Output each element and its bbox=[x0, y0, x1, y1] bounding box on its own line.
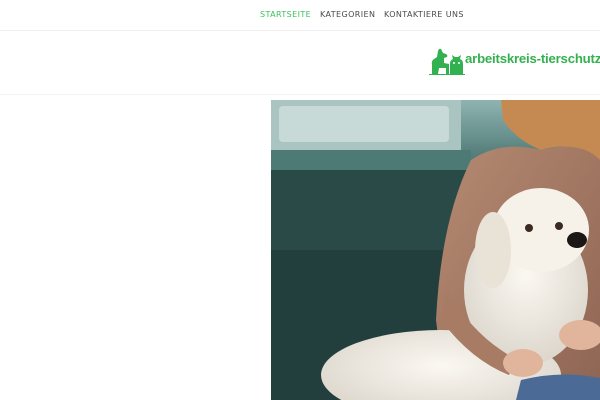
hero-image bbox=[271, 100, 600, 400]
dog-photo bbox=[271, 100, 600, 400]
header-divider bbox=[0, 94, 600, 95]
site-header: arbeitskreis-tierschutz.de bbox=[0, 31, 600, 93]
page: STARTSEITE KATEGORIEN KONTAKTIERE UNS ar… bbox=[0, 0, 600, 400]
nav-item-startseite[interactable]: STARTSEITE bbox=[260, 10, 311, 19]
logo-text: arbeitskreis-tierschutz.de bbox=[465, 51, 600, 66]
nav-item-kategorien[interactable]: KATEGORIEN bbox=[320, 10, 375, 19]
dog-cat-icon bbox=[429, 48, 465, 75]
nav-item-kontaktiere-uns[interactable]: KONTAKTIERE UNS bbox=[384, 10, 464, 19]
top-navigation: STARTSEITE KATEGORIEN KONTAKTIERE UNS bbox=[0, 0, 600, 31]
site-logo[interactable]: arbeitskreis-tierschutz.de bbox=[429, 47, 600, 75]
